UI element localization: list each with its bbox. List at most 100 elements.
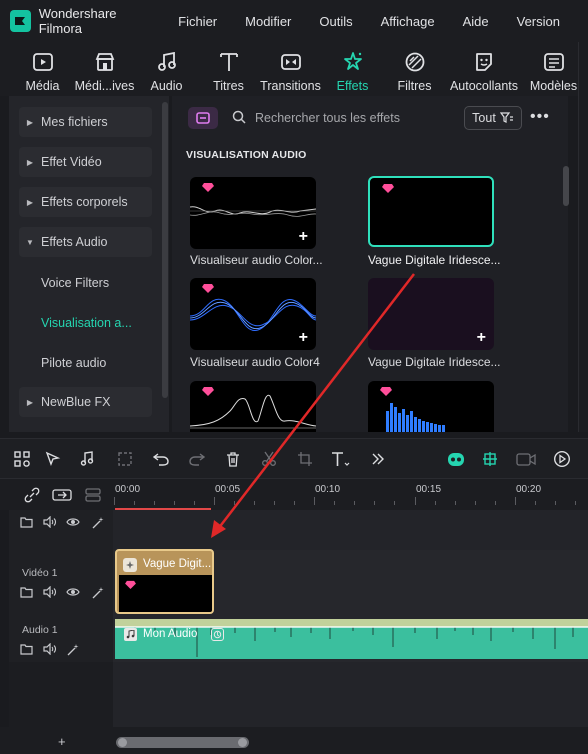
tab-stickers[interactable]: Autocollants: [448, 42, 520, 93]
sidebar-item-mes-fichiers[interactable]: ▶ Mes fichiers: [19, 107, 152, 137]
ai-robot-icon[interactable]: [445, 449, 467, 469]
transition-icon: [279, 50, 303, 74]
folder-icon[interactable]: [20, 516, 34, 530]
premium-gem-icon: [202, 282, 214, 296]
scroll-handle-left[interactable]: [118, 738, 127, 747]
effect-card-vague-digitale-iridescente-2[interactable]: +: [368, 278, 494, 350]
eye-icon[interactable]: [66, 516, 80, 530]
track-lane-empty[interactable]: [113, 510, 588, 550]
menu-outils[interactable]: Outils: [319, 14, 352, 29]
sidebar-item-effet-video[interactable]: ▶ Effet Vidéo: [19, 147, 152, 177]
tab-media[interactable]: Média: [14, 42, 71, 93]
caret-right-icon: ▶: [26, 397, 34, 407]
effect-card-label: Vague Digitale Iridesce...: [368, 355, 501, 369]
add-effect-icon[interactable]: +: [299, 229, 308, 245]
sidebar-item-newblue-fx[interactable]: ▶ NewBlue FX: [19, 387, 152, 417]
effects-sidebar: ▶ Mes fichiers ▶ Effet Vidéo ▶ Effets co…: [9, 96, 169, 432]
panel-scrollbar[interactable]: [563, 166, 569, 206]
track-name: Audio 1: [22, 624, 58, 636]
filter-dropdown-button[interactable]: Tout: [464, 106, 522, 130]
menu-fichier[interactable]: Fichier: [178, 14, 217, 29]
add-effect-icon[interactable]: +: [299, 330, 308, 346]
menu-version[interactable]: Version: [517, 14, 560, 29]
track-lane-empty-bottom[interactable]: [113, 662, 588, 727]
sidebar-item-effets-audio[interactable]: ▼ Effets Audio: [19, 227, 152, 257]
crop-scene-icon[interactable]: [115, 449, 135, 469]
timeline-horizontal-scrollbar[interactable]: [116, 737, 249, 748]
template-icon: [542, 50, 566, 74]
more-tools-chevrons-icon[interactable]: [368, 449, 388, 469]
effect-card-vague-digitale-iridescente[interactable]: [368, 176, 494, 247]
menu-affichage[interactable]: Affichage: [381, 14, 435, 29]
track-manager-icon[interactable]: [83, 485, 103, 505]
filter-label: Tout: [472, 111, 496, 125]
tab-label: Modèles: [529, 79, 578, 93]
audio-clip-mon-audio[interactable]: Mon Audio: [115, 619, 588, 659]
effect-card-visualiseur-5[interactable]: [190, 381, 316, 432]
magic-wand-icon[interactable]: [91, 516, 105, 530]
tab-stock-media[interactable]: Médi...ives: [75, 42, 134, 93]
sidebar-item-label: Mes fichiers: [41, 115, 108, 129]
effect-card-visualiseur-color[interactable]: +: [190, 177, 316, 249]
crop-icon[interactable]: [295, 449, 315, 469]
magic-wand-icon[interactable]: [66, 643, 80, 657]
video-clip-vague-digitale[interactable]: Vague Digit...: [115, 549, 214, 614]
caret-right-icon: ▶: [26, 117, 34, 127]
stock-media-icon: [93, 50, 117, 74]
ruler-time-label: 00:20: [516, 484, 542, 495]
music-note-icon: [124, 628, 137, 641]
record-voiceover-icon[interactable]: [516, 449, 536, 469]
folder-icon[interactable]: [20, 643, 34, 657]
timeline-ruler[interactable]: 00:00 00:05 00:10 00:15 00:20: [0, 478, 588, 510]
effect-card-visualiseur-6[interactable]: [368, 381, 494, 432]
render-preview-icon[interactable]: [552, 449, 572, 469]
track-header-video-1: Vidéo 1: [9, 550, 113, 618]
search-input[interactable]: Rechercher tous les effets: [255, 111, 400, 125]
link-unlink-icon[interactable]: [22, 485, 42, 505]
clip-thumbnail: [119, 575, 212, 612]
tab-templates[interactable]: Modèles: [525, 42, 582, 93]
sidebar-item-effets-corporels[interactable]: ▶ Effets corporels: [19, 187, 152, 217]
effect-card-visualiseur-color4[interactable]: +: [190, 278, 316, 350]
ruler-tick: [194, 501, 195, 505]
premium-filter-button[interactable]: [188, 107, 218, 129]
menu-modifier[interactable]: Modifier: [245, 14, 291, 29]
audio-beat-icon[interactable]: [79, 449, 99, 469]
select-cursor-icon[interactable]: [43, 449, 63, 469]
more-options-icon[interactable]: •••: [530, 108, 550, 126]
layout-grid-icon[interactable]: [12, 449, 32, 469]
folder-icon[interactable]: [20, 586, 34, 600]
sidebar-item-pilote-audio[interactable]: Pilote audio: [41, 356, 106, 370]
speaker-icon[interactable]: [43, 515, 57, 530]
tab-effects[interactable]: Effets: [324, 42, 381, 93]
magic-wand-icon[interactable]: [91, 586, 105, 600]
add-effect-icon[interactable]: +: [477, 330, 486, 346]
sidebar-scrollbar[interactable]: [162, 102, 168, 398]
redo-icon[interactable]: [187, 449, 207, 469]
speaker-icon[interactable]: [43, 642, 57, 657]
ruler-tick: [515, 497, 516, 505]
store-icon: [196, 112, 210, 124]
eye-icon[interactable]: [66, 586, 80, 600]
sidebar-item-voice-filters[interactable]: Voice Filters: [41, 276, 109, 290]
title-t-icon: [217, 50, 241, 74]
scroll-handle-right[interactable]: [238, 738, 247, 747]
undo-icon[interactable]: [151, 449, 171, 469]
tab-titles[interactable]: Titres: [200, 42, 257, 93]
tab-filters[interactable]: Filtres: [386, 42, 443, 93]
speaker-icon[interactable]: [43, 585, 57, 600]
effect-card-label: Vague Digitale Iridesce...: [368, 253, 501, 267]
add-track-plus-icon[interactable]: +: [58, 734, 66, 749]
ruler-tick: [435, 501, 436, 505]
auto-sync-icon[interactable]: [480, 449, 500, 469]
menu-aide[interactable]: Aide: [463, 14, 489, 29]
resource-tabs: Média Médi...ives Audio Titres Transitio…: [0, 42, 588, 96]
text-tool-icon[interactable]: [331, 449, 351, 469]
add-track-icon[interactable]: [52, 485, 72, 505]
ruler-tick: [294, 501, 295, 505]
tab-audio[interactable]: Audio: [138, 42, 195, 93]
split-scissors-icon[interactable]: [259, 449, 279, 469]
tab-transitions[interactable]: Transitions: [260, 42, 321, 93]
sidebar-item-visualisation-audio[interactable]: Visualisation a...: [41, 316, 132, 330]
delete-trash-icon[interactable]: [223, 449, 243, 469]
